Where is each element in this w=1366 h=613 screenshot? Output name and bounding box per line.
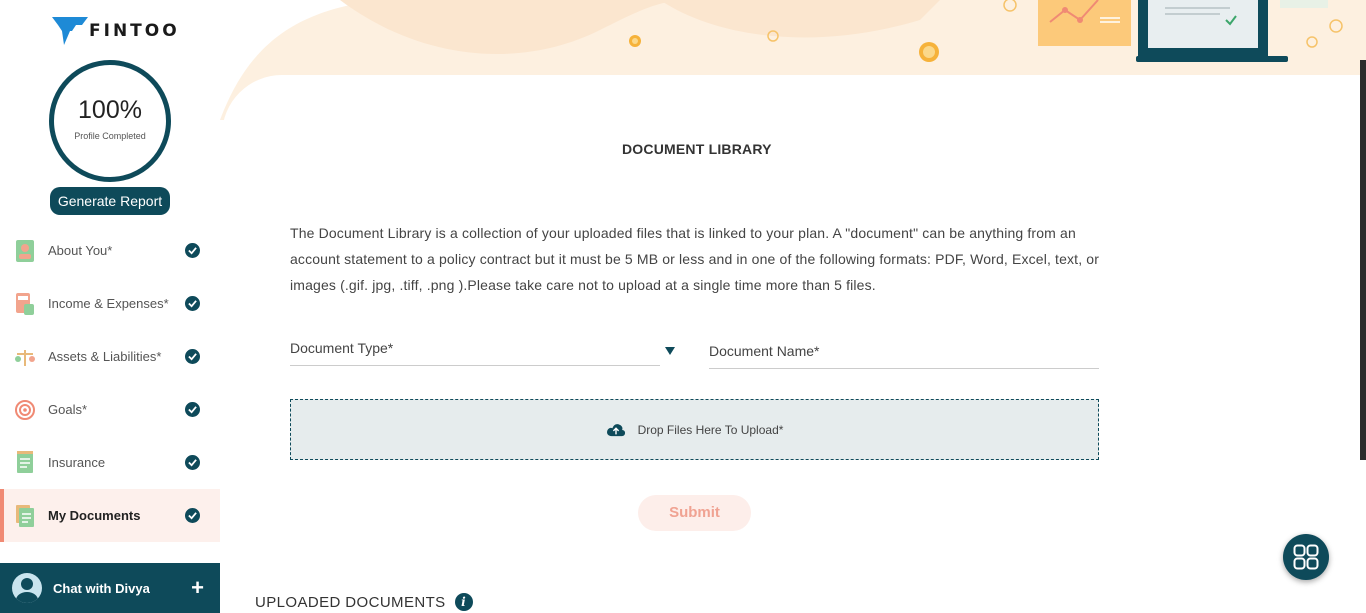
target-icon <box>14 398 36 422</box>
check-icon <box>185 455 200 470</box>
check-icon <box>185 508 200 523</box>
sidebar-item-label: My Documents <box>48 508 141 523</box>
sidebar-nav: About You* Income & Expenses* Assets & L… <box>0 224 220 542</box>
chat-label: Chat with Divya <box>53 580 150 596</box>
insurance-doc-icon <box>14 450 36 475</box>
check-icon <box>185 402 200 417</box>
calculator-icon <box>14 292 36 316</box>
uploaded-documents-heading: UPLOADED DOCUMENTS i <box>255 593 473 611</box>
dropzone-label: Drop Files Here To Upload* <box>637 422 784 437</box>
grid-icon <box>1293 544 1319 570</box>
sidebar-item-income-expenses[interactable]: Income & Expenses* <box>0 277 220 330</box>
sidebar-item-label: Goals* <box>48 402 88 417</box>
plus-icon[interactable]: + <box>191 575 204 601</box>
page-title: DOCUMENT LIBRARY <box>622 141 772 157</box>
submit-button[interactable]: Submit <box>638 495 751 531</box>
check-icon <box>185 349 200 364</box>
check-icon <box>185 296 200 311</box>
fintoo-logo[interactable]: FINTOO <box>52 15 180 47</box>
chevron-down-icon[interactable] <box>665 347 675 355</box>
cloud-upload-icon <box>606 423 625 436</box>
intro-text: The Document Library is a collection of … <box>290 225 1100 293</box>
profile-caption: Profile Completed <box>74 131 146 141</box>
file-dropzone[interactable]: Drop Files Here To Upload* <box>290 399 1099 460</box>
sidebar-item-label: About You* <box>48 243 113 258</box>
sidebar: FINTOO 100% Profile Completed Generate R… <box>0 0 220 613</box>
sidebar-item-label: Income & Expenses* <box>48 296 169 311</box>
document-library-panel: DOCUMENT LIBRARY The Document Library is… <box>222 75 1360 613</box>
scrollbar[interactable] <box>1360 60 1366 460</box>
sidebar-item-label: Insurance <box>48 455 106 470</box>
document-name-input[interactable]: Document Name* <box>709 343 1099 369</box>
chat-with-divya-button[interactable]: Chat with Divya + <box>0 563 220 613</box>
generate-report-button[interactable]: Generate Report <box>50 187 170 215</box>
info-icon[interactable]: i <box>454 593 473 611</box>
uploaded-documents-title: UPLOADED DOCUMENTS <box>255 593 446 611</box>
check-icon <box>185 243 200 258</box>
documents-icon <box>14 504 36 528</box>
brand-name: FINTOO <box>89 21 180 41</box>
apps-grid-button[interactable] <box>1283 534 1329 580</box>
sidebar-item-about-you[interactable]: About You* <box>0 224 220 277</box>
sidebar-item-insurance[interactable]: Insurance <box>0 436 220 489</box>
person-card-icon <box>14 239 36 263</box>
sidebar-item-label: Assets & Liabilities* <box>48 349 162 364</box>
profile-completion-ring: 100% Profile Completed <box>49 60 171 182</box>
profile-percent: 100% <box>78 96 142 124</box>
scale-icon <box>14 345 36 369</box>
document-type-select[interactable]: Document Type* <box>290 340 660 366</box>
user-avatar-icon <box>12 573 42 603</box>
sidebar-item-assets-liabilities[interactable]: Assets & Liabilities* <box>0 330 220 383</box>
sidebar-item-goals[interactable]: Goals* <box>0 383 220 436</box>
fintoo-logo-icon <box>52 17 88 45</box>
sidebar-item-my-documents[interactable]: My Documents <box>0 489 220 542</box>
